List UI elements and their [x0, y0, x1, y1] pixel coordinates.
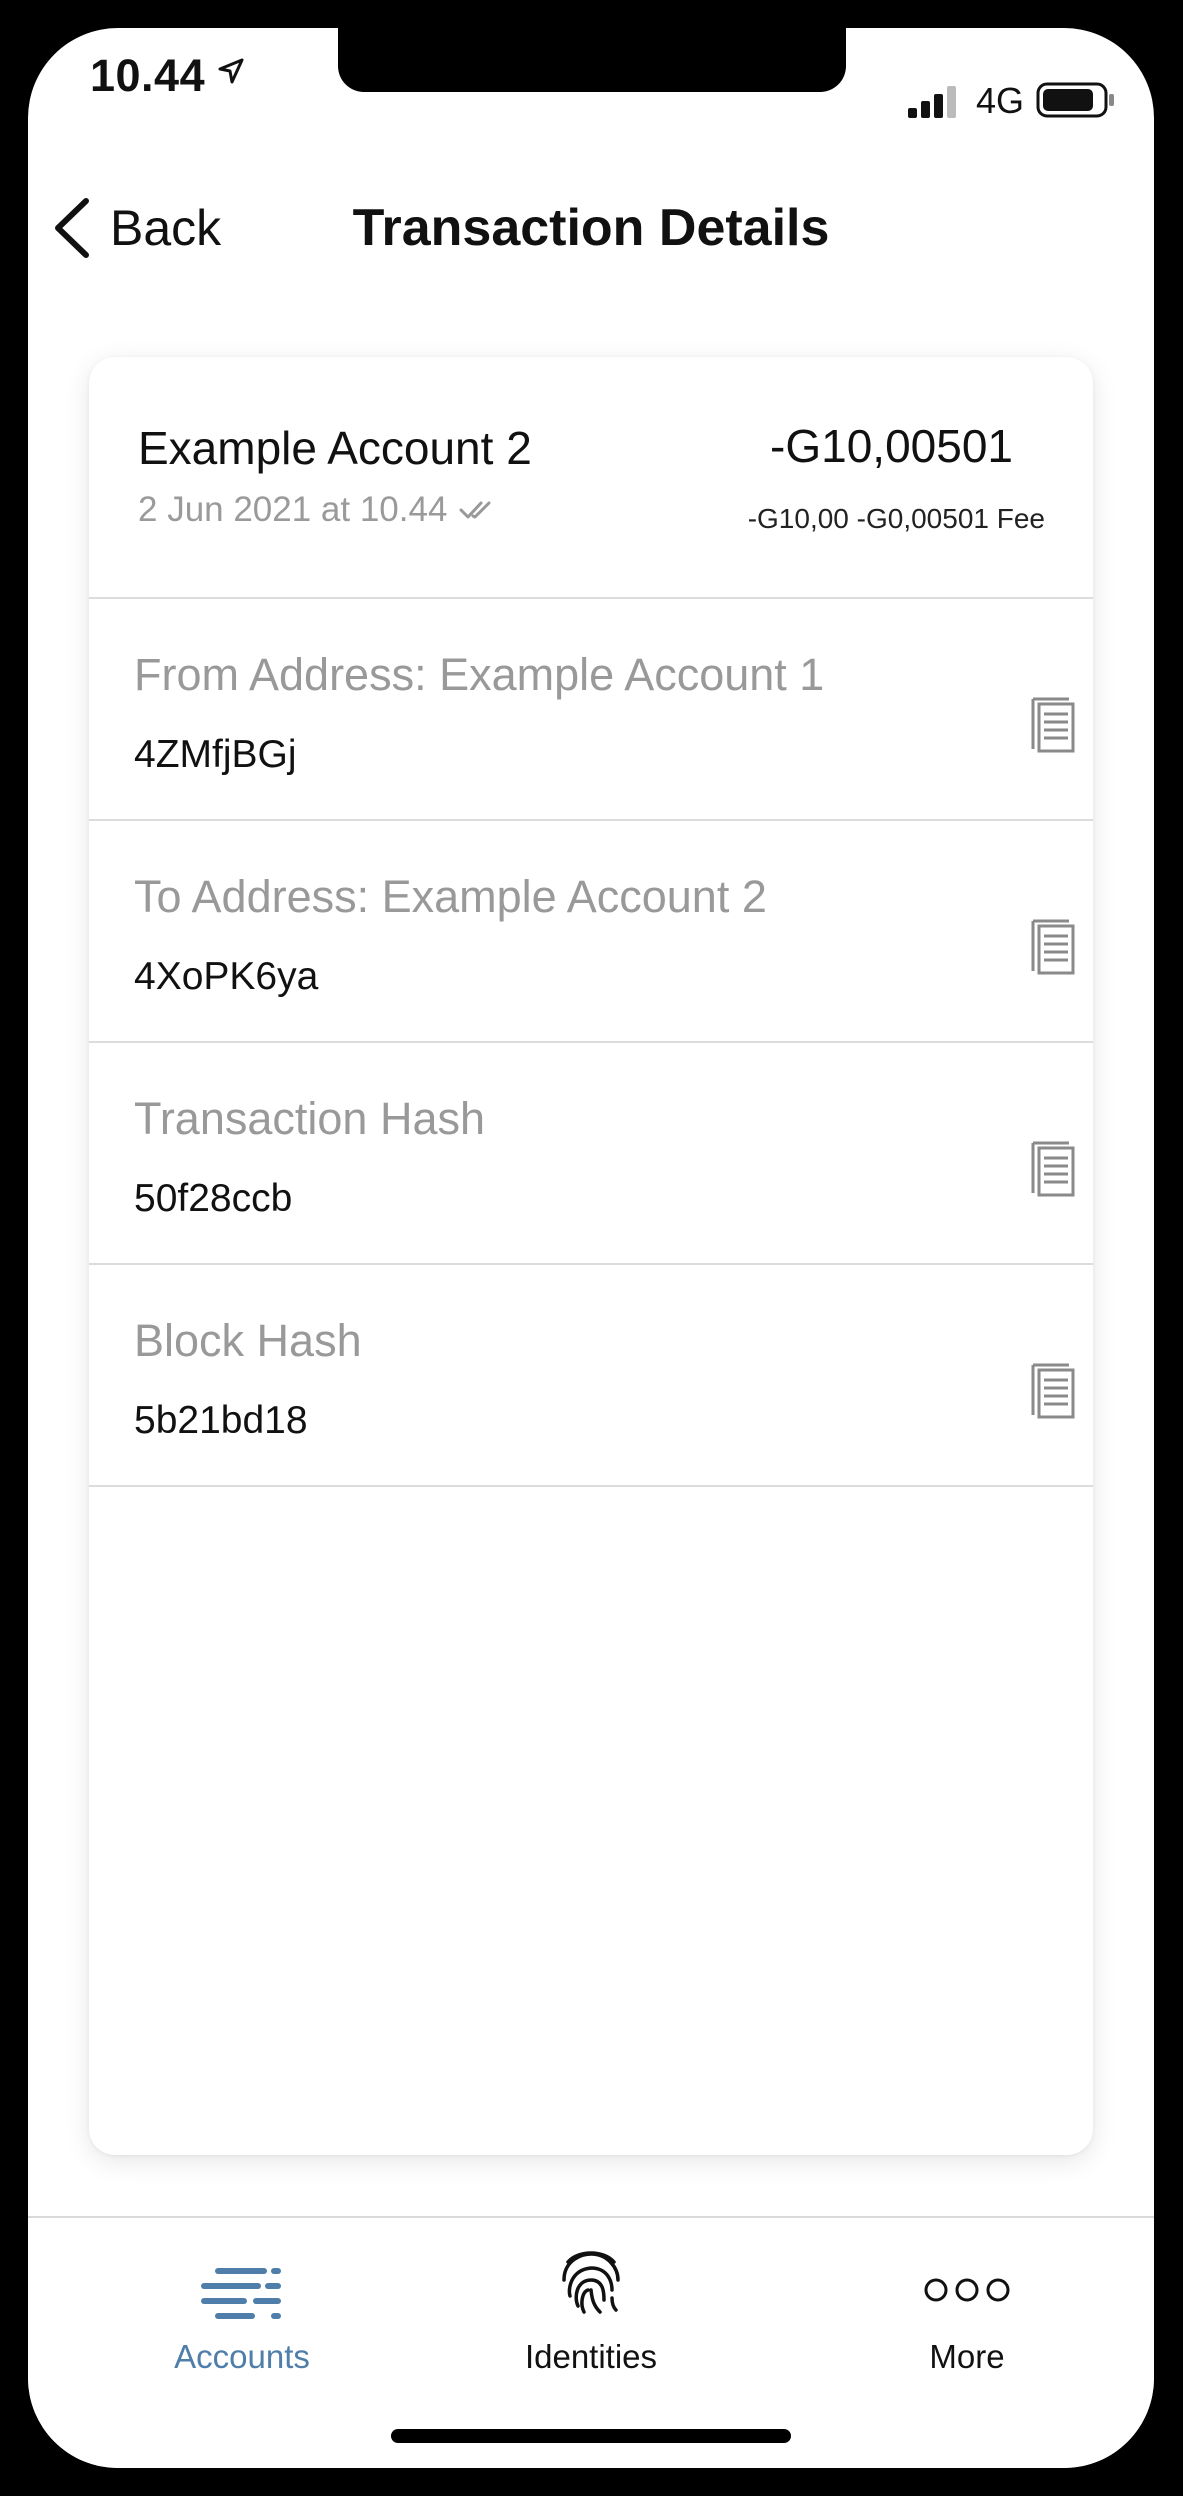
transaction-amount: -G10,00501: [770, 420, 1013, 472]
tab-identities-label: Identities: [524, 2338, 658, 2375]
tab-more-label: More: [929, 2338, 1005, 2375]
transaction-date: 2 Jun 2021 at 10.44: [138, 490, 448, 529]
tab-accounts[interactable]: Accounts: [92, 2218, 392, 2418]
transaction-account: Example Account 2: [138, 422, 532, 474]
from-address-value: 4ZMfjBGj: [134, 733, 297, 776]
tab-accounts-label: Accounts: [174, 2338, 310, 2375]
transaction-card: Example Account 2 2 Jun 2021 at 10.44 -G…: [89, 357, 1093, 2155]
home-indicator[interactable]: [391, 2429, 791, 2443]
screen: 10.44 4G Back Transaction Details Exampl…: [28, 28, 1154, 2468]
block-hash-value: 5b21bd18: [134, 1399, 308, 1442]
location-arrow-icon: [218, 58, 244, 84]
from-address-row: From Address: Example Account 1 4ZMfjBGj: [89, 599, 1093, 821]
page-title: Transaction Details: [352, 199, 830, 257]
transaction-summary: Example Account 2 2 Jun 2021 at 10.44 -G…: [89, 357, 1093, 599]
more-dots-icon: [924, 2278, 1010, 2302]
from-address-label: From Address: Example Account 1: [134, 649, 825, 700]
transaction-hash-row: Transaction Hash 50f28ccb: [89, 1043, 1093, 1265]
transaction-hash-label: Transaction Hash: [134, 1093, 485, 1144]
copy-icon[interactable]: [1029, 1360, 1077, 1420]
transaction-hash-value: 50f28ccb: [134, 1177, 293, 1220]
signal-icon: [908, 86, 956, 118]
block-hash-row: Block Hash 5b21bd18: [89, 1265, 1093, 1487]
copy-icon[interactable]: [1029, 916, 1077, 976]
double-check-icon: [459, 501, 491, 519]
transaction-breakdown: -G10,00 -G0,00501 Fee: [747, 503, 1045, 534]
fingerprint-icon: [562, 2251, 620, 2314]
transaction-date-row: 2 Jun 2021 at 10.44: [138, 490, 497, 530]
accounts-list-icon: [201, 2268, 281, 2319]
phone-frame: 10.44 4G Back Transaction Details Exampl…: [0, 0, 1183, 2496]
to-address-row: To Address: Example Account 2 4XoPK6ya: [89, 821, 1093, 1043]
tab-more[interactable]: More: [817, 2218, 1117, 2418]
battery-icon: [1036, 82, 1114, 118]
copy-icon[interactable]: [1029, 1138, 1077, 1198]
status-time: 10.44: [90, 50, 206, 101]
notch: [338, 28, 846, 92]
copy-icon[interactable]: [1029, 694, 1077, 754]
network-type: 4G: [976, 80, 1025, 121]
to-address-label: To Address: Example Account 2: [134, 871, 767, 922]
tab-identities[interactable]: Identities: [441, 2218, 741, 2418]
to-address-value: 4XoPK6ya: [134, 955, 319, 998]
block-hash-label: Block Hash: [134, 1315, 362, 1366]
